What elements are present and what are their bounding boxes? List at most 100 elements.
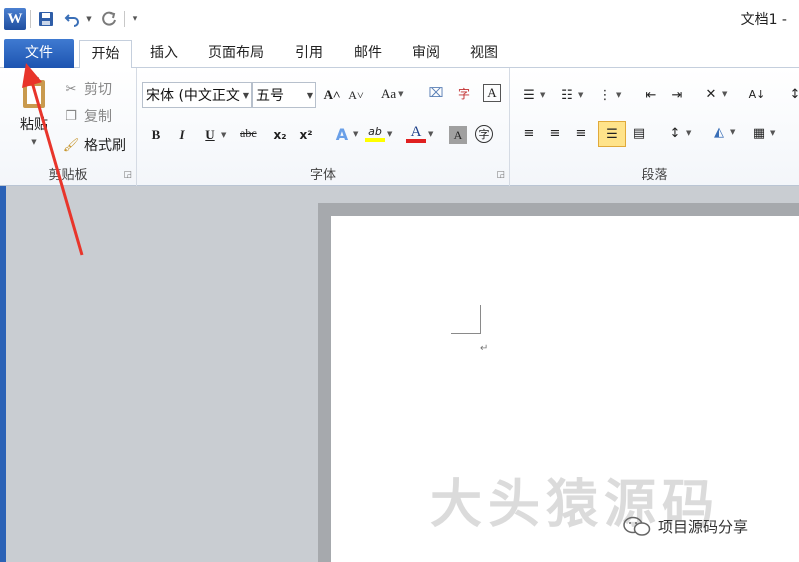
strikethrough-button[interactable]: abc (240, 126, 257, 141)
justify-button[interactable]: ☰ (598, 121, 626, 147)
clipboard-group: 粘贴 ▼ ✂ 剪切 ❐ 复制 🖌 格式刷 剪贴板 ◲ (0, 68, 137, 186)
phonetic-guide-icon: 字 (457, 86, 470, 101)
align-left-icon: ≡ (523, 125, 535, 141)
shrink-font-button[interactable]: A˅ (347, 86, 365, 104)
line-spacing-button[interactable]: ↕ ▼ (666, 124, 692, 142)
tab-insert[interactable]: 插入 (140, 40, 188, 68)
justify-icon: ☰ (606, 126, 618, 142)
font-name-value: 宋体 (中文正文 (146, 88, 240, 104)
font-name-combo[interactable]: 宋体 (中文正文 ▼ (142, 82, 252, 108)
font-launcher-icon[interactable]: ◲ (496, 170, 505, 180)
tab-review[interactable]: 审阅 (403, 40, 449, 68)
change-case-button[interactable]: Aa ▼ (381, 86, 404, 102)
align-left-button[interactable]: ≡ (520, 124, 538, 142)
word-logo-icon: W (4, 8, 26, 30)
format-painter-button[interactable]: 🖌 格式刷 (62, 134, 126, 156)
character-shading-button[interactable]: A (449, 126, 467, 144)
clipboard-group-label: 剪贴板 (48, 168, 88, 183)
text-effects-button[interactable]: A ▼ (333, 125, 359, 144)
chevron-down-icon: ▼ (722, 90, 728, 98)
bullets-button[interactable]: ☰ ▼ (520, 86, 545, 104)
shading-button[interactable]: ◭ ▼ (710, 123, 735, 141)
chinese-layout-button[interactable]: ✕ ▼ (702, 85, 728, 103)
underline-button[interactable]: U ▼ (201, 126, 226, 144)
subscript-button[interactable]: x₂ (271, 126, 289, 144)
tab-page-layout[interactable]: 页面布局 (200, 40, 272, 68)
superscript-icon: x² (299, 128, 313, 142)
highlight-button[interactable]: ab ▼ (365, 125, 392, 142)
multilevel-list-icon: ⋮ (598, 87, 612, 103)
wechat-icon (622, 515, 652, 537)
increase-indent-icon: ⇥ (671, 87, 683, 103)
phonetic-guide-button[interactable]: 字 (455, 84, 473, 102)
multilevel-list-button[interactable]: ⋮ ▼ (596, 86, 622, 104)
enclose-characters-icon: 字 (475, 125, 493, 143)
font-size-combo[interactable]: 五号 ▼ (252, 82, 316, 108)
cut-button[interactable]: ✂ 剪切 (62, 78, 112, 100)
sort-icon: A↓ (748, 87, 766, 101)
margin-marker-horizontal (451, 333, 481, 334)
clipboard-icon (23, 77, 45, 108)
decrease-indent-icon: ⇤ (645, 87, 657, 103)
paste-dropdown-icon: ▼ (31, 138, 37, 146)
character-border-button[interactable]: A (483, 84, 501, 102)
wechat-badge: 项目源码分享 (622, 515, 748, 537)
increase-indent-button[interactable]: ⇥ (668, 86, 686, 104)
distributed-icon: ▤ (632, 125, 646, 141)
tab-home[interactable]: 开始 (79, 40, 132, 69)
paragraph-mark-icon: ↵ (480, 343, 489, 354)
tab-references[interactable]: 引用 (286, 40, 332, 68)
line-spacing-icon: ↕ (669, 125, 681, 141)
numbered-list-icon: ☷ (561, 87, 573, 103)
document-title: 文档1 - (740, 12, 787, 28)
left-window-edge (0, 186, 6, 562)
chevron-down-icon: ▼ (387, 129, 393, 138)
distributed-button[interactable]: ▤ (630, 124, 648, 142)
underline-icon: U (205, 127, 215, 142)
chevron-down-icon: ▼ (686, 129, 692, 137)
paste-button[interactable]: 粘贴 ▼ (10, 76, 58, 156)
copy-button[interactable]: ❐ 复制 (62, 105, 112, 127)
grow-font-icon: A˄ (323, 87, 341, 102)
tab-mailings[interactable]: 邮件 (344, 40, 392, 68)
chevron-down-icon: ▼ (730, 128, 736, 136)
sort-button[interactable]: A↓ (748, 85, 766, 103)
ribbon: 粘贴 ▼ ✂ 剪切 ❐ 复制 🖌 格式刷 剪贴板 ◲ 宋体 (中文正文 ▼ 五号… (0, 68, 799, 186)
chevron-down-icon: ▼ (242, 91, 249, 100)
save-icon[interactable] (36, 8, 56, 30)
bold-button[interactable]: B (147, 126, 165, 144)
customize-qat-icon[interactable]: ▾ (128, 8, 142, 30)
clipboard-launcher-icon[interactable]: ◲ (123, 170, 132, 180)
qat-divider-2 (124, 11, 125, 27)
tab-view[interactable]: 视图 (461, 40, 507, 68)
highlighter-icon: ab (365, 125, 385, 142)
borders-icon: ▦ (752, 125, 766, 141)
enclose-characters-button[interactable]: 字 (475, 125, 493, 143)
subscript-icon: x₂ (273, 128, 287, 142)
align-right-button[interactable]: ≡ (572, 124, 590, 142)
clear-formatting-button[interactable]: ⌧ (427, 84, 445, 102)
chevron-down-icon: ▼ (398, 90, 404, 98)
font-color-button[interactable]: A ▼ (406, 125, 433, 143)
chinese-layout-icon: ✕ (705, 86, 717, 102)
superscript-button[interactable]: x² (297, 126, 315, 144)
format-painter-label: 格式刷 (84, 138, 126, 154)
show-marks-button[interactable]: ↕ (786, 85, 799, 103)
clear-formatting-icon: ⌧ (428, 85, 444, 101)
italic-button[interactable]: I (173, 126, 191, 144)
numbering-button[interactable]: ☷ ▼ (558, 86, 583, 104)
character-shading-icon: A (449, 126, 467, 144)
decrease-indent-button[interactable]: ⇤ (642, 86, 660, 104)
font-color-icon: A (406, 125, 426, 143)
borders-button[interactable]: ▦ ▼ (750, 124, 776, 142)
undo-icon[interactable] (62, 8, 82, 30)
paragraph-group-label: 段落 (641, 168, 668, 183)
redo-icon[interactable] (99, 8, 119, 30)
tab-file[interactable]: 文件 (4, 39, 74, 68)
undo-dropdown-icon[interactable]: ▼ (84, 8, 94, 30)
grow-font-button[interactable]: A˄ (323, 86, 341, 104)
chevron-down-icon: ▼ (578, 91, 584, 99)
align-center-button[interactable]: ≡ (546, 124, 564, 142)
paste-label: 粘贴 (20, 117, 48, 133)
copy-label: 复制 (84, 109, 112, 125)
